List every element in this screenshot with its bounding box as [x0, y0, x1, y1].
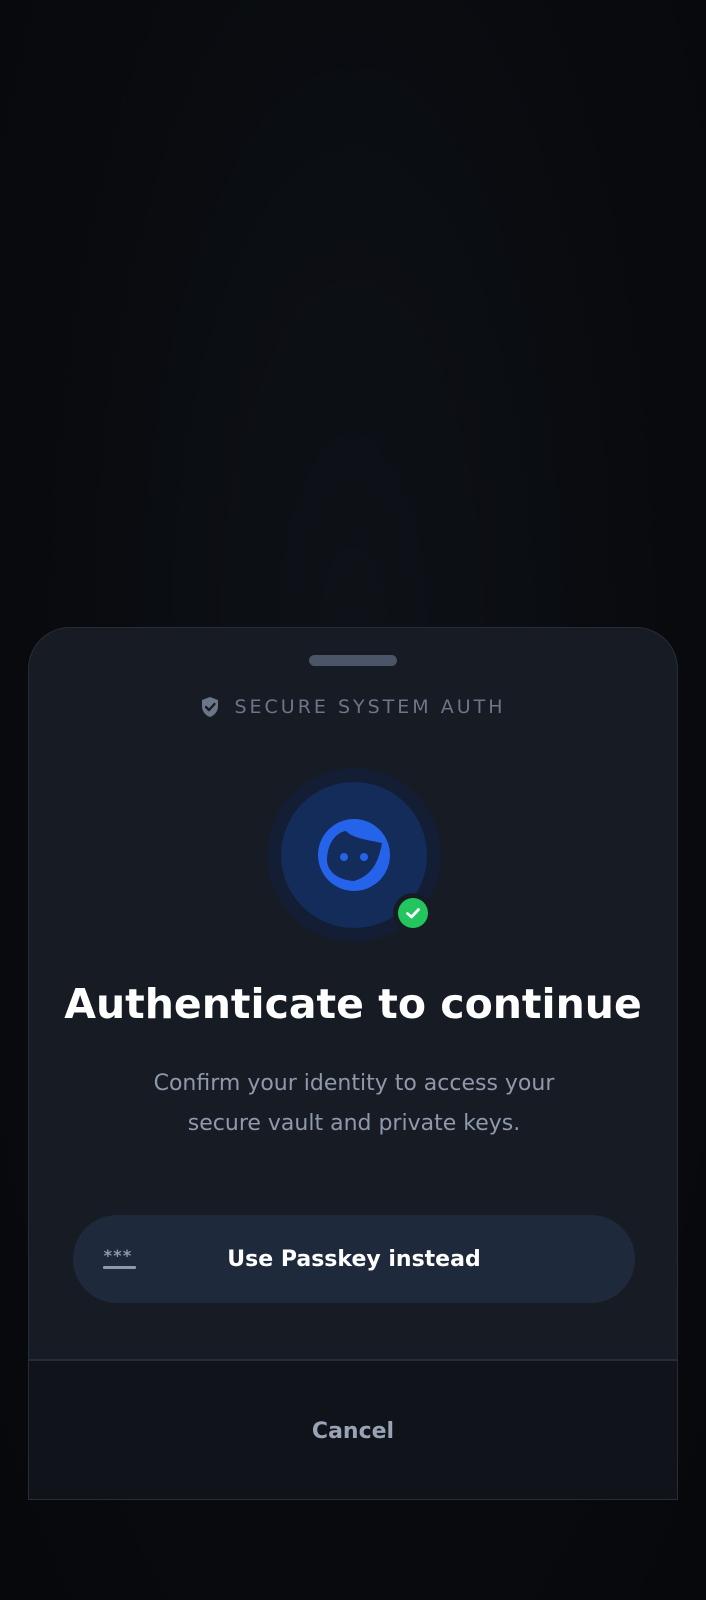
page-subtitle: Confirm your identity to access your sec…: [153, 1071, 555, 1136]
use-passkey-label: Use Passkey instead: [227, 1246, 481, 1272]
check-circle-icon: [406, 908, 420, 919]
header-title: SECURE SYSTEM AUTH: [234, 696, 506, 718]
password-dots-icon: ***: [103, 1247, 136, 1269]
sheet-footer: Cancel: [29, 1361, 677, 1499]
auth-bottom-sheet: SECURE SYSTEM AUTH Authenticate to conti…: [28, 627, 678, 1500]
password-dots-text: ***: [103, 1247, 132, 1265]
biometric-avatar: [267, 768, 441, 942]
cancel-button[interactable]: Cancel: [29, 1361, 677, 1499]
use-passkey-button[interactable]: *** Use Passkey instead: [73, 1215, 635, 1303]
drag-handle[interactable]: [309, 655, 397, 666]
cancel-label: Cancel: [311, 1418, 395, 1444]
shield-check-icon: [202, 697, 219, 717]
sheet-header: SECURE SYSTEM AUTH: [29, 693, 677, 721]
screen-background: SECURE SYSTEM AUTH Authenticate to conti…: [0, 0, 706, 1600]
page-title: Authenticate to continue: [64, 980, 642, 1028]
face-icon: [318, 819, 390, 891]
verified-badge: [393, 893, 433, 933]
